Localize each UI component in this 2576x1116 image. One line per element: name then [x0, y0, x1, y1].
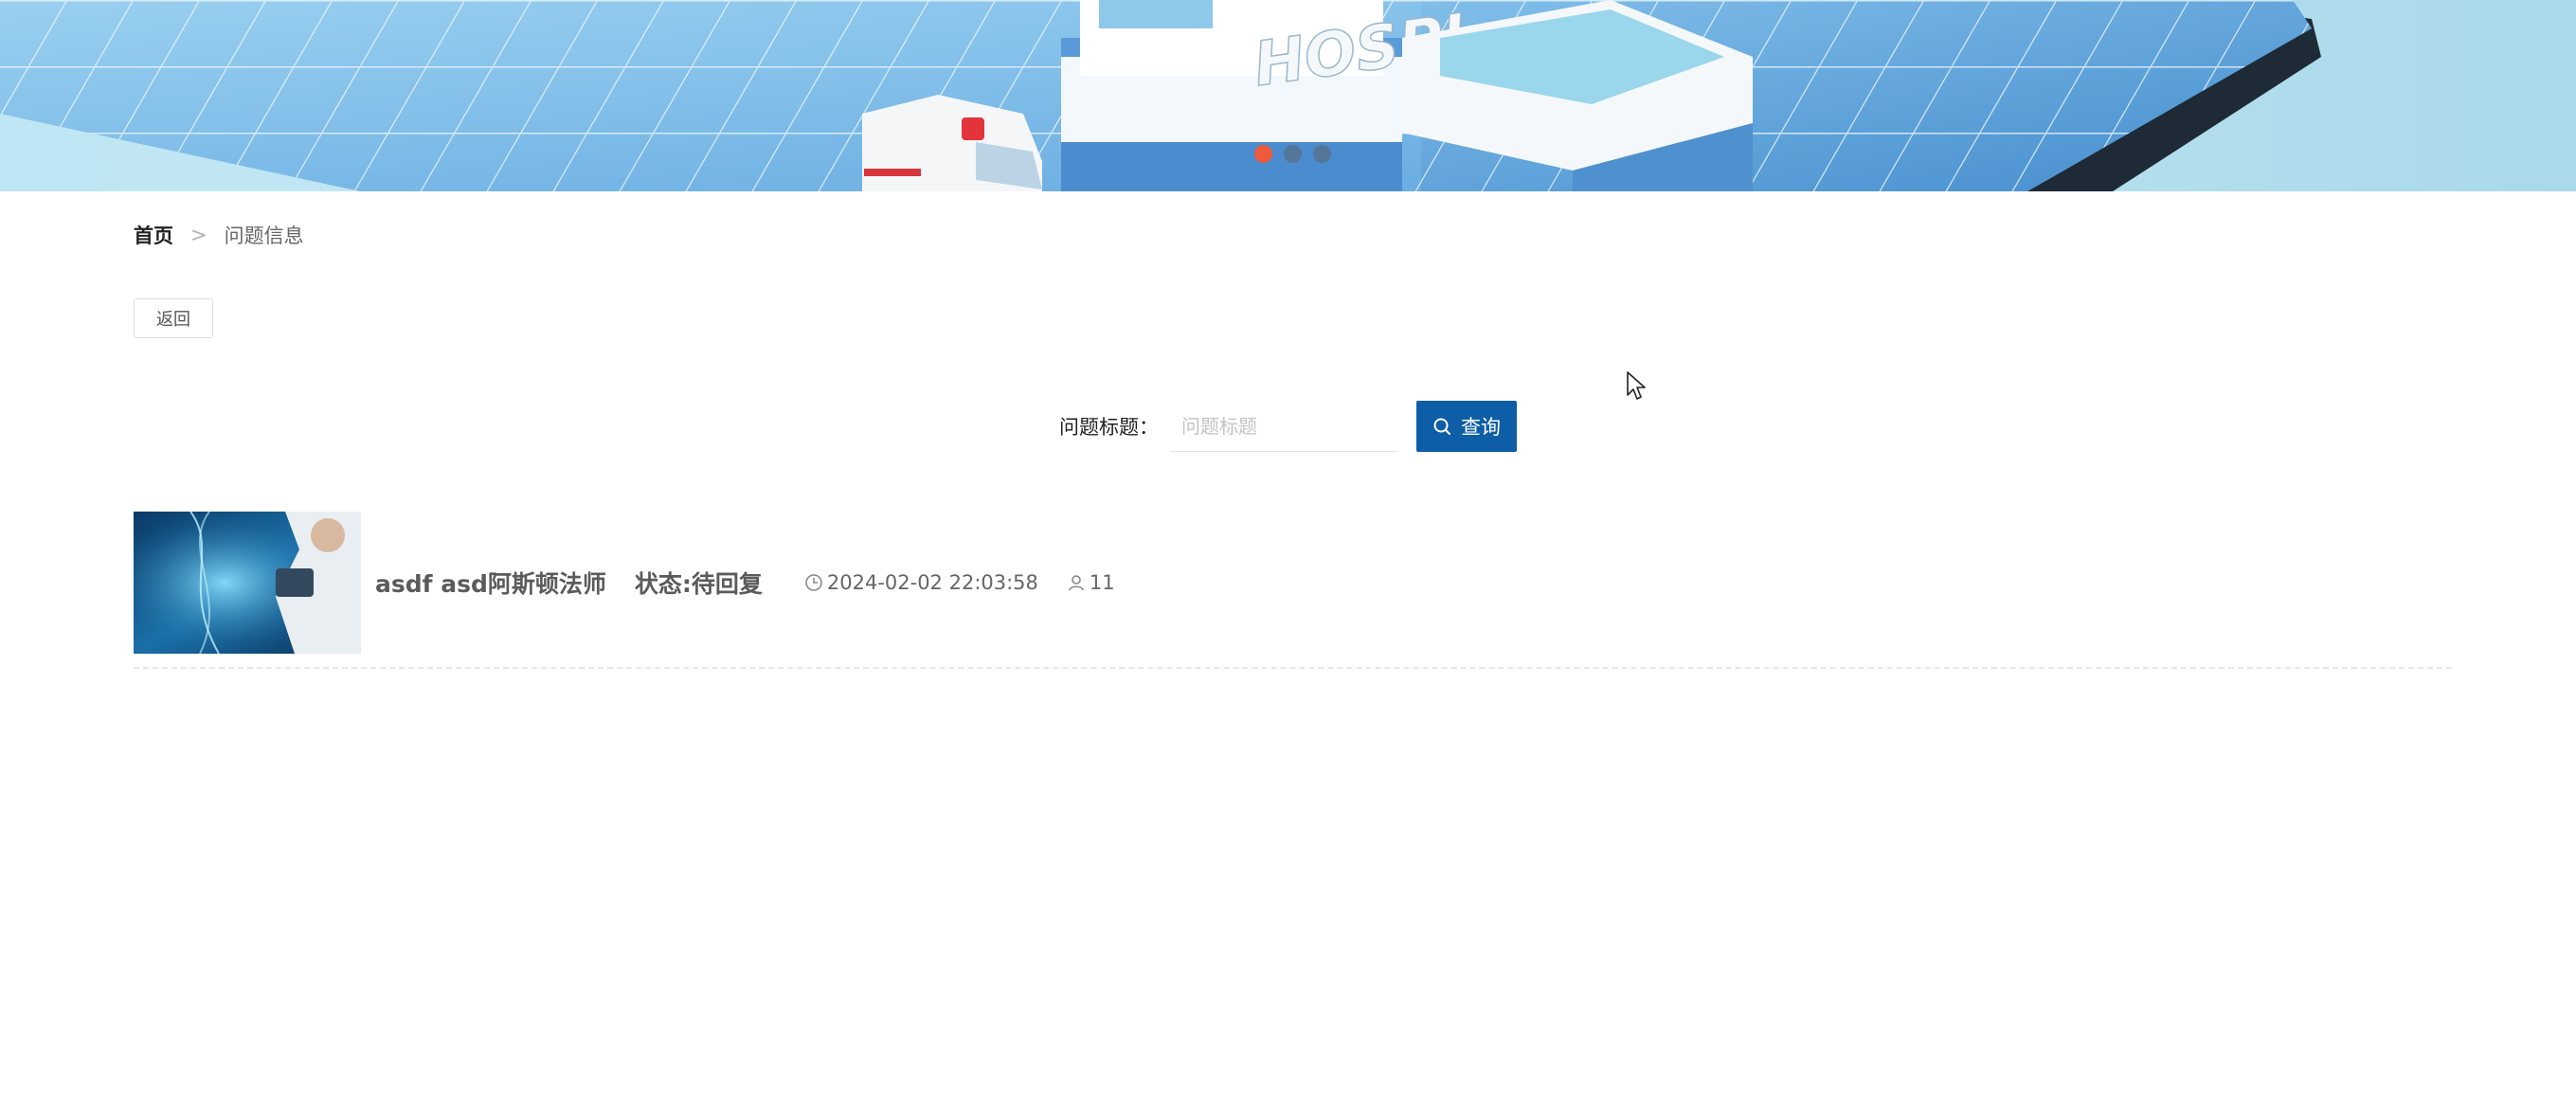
user-icon	[1067, 573, 1086, 592]
breadcrumb-current: 问题信息	[224, 225, 304, 247]
question-list: asdf asd阿斯顿法师 状态:待回复 2024-02-02 22:03:58…	[134, 512, 2452, 669]
list-item[interactable]: asdf asd阿斯顿法师 状态:待回复 2024-02-02 22:03:58…	[134, 512, 2452, 669]
search-bar: 问题标题： 查询	[1059, 401, 1517, 452]
carousel-dot-1[interactable]	[1254, 145, 1272, 163]
question-datetime-text: 2024-02-02 22:03:58	[826, 571, 1038, 594]
carousel-dot-2[interactable]	[1284, 145, 1302, 163]
question-title-input[interactable]	[1170, 401, 1397, 452]
breadcrumb: 首页 > 问题信息	[134, 216, 304, 254]
breadcrumb-separator: >	[190, 224, 207, 246]
search-icon	[1432, 417, 1451, 436]
back-button[interactable]: 返回	[134, 298, 213, 338]
question-thumbnail	[134, 512, 361, 654]
hero-banner: HOSPI	[0, 0, 2576, 191]
carousel-dot-3[interactable]	[1313, 145, 1331, 163]
question-views: 11	[1067, 571, 1115, 594]
carousel-dots	[1254, 145, 1331, 163]
clock-icon	[804, 573, 823, 592]
mouse-cursor-icon	[1626, 370, 1647, 405]
search-button[interactable]: 查询	[1416, 401, 1517, 452]
question-views-count: 11	[1089, 571, 1115, 594]
search-button-label: 查询	[1461, 416, 1501, 439]
search-label: 问题标题：	[1059, 416, 1159, 439]
breadcrumb-home-link[interactable]: 首页	[134, 221, 173, 249]
question-status: 状态:待回复	[634, 570, 763, 598]
question-datetime: 2024-02-02 22:03:58 11	[804, 571, 1115, 594]
question-title[interactable]: asdf asd阿斯顿法师	[375, 566, 606, 600]
